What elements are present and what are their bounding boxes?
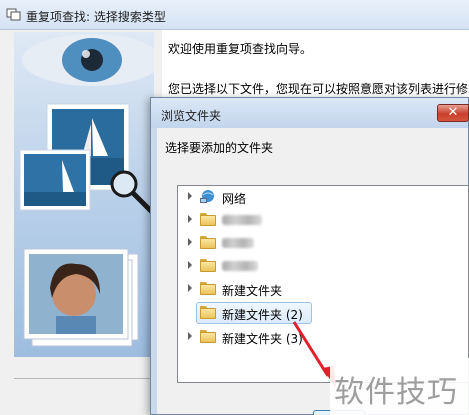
network-icon [200,190,214,203]
tree-item-network[interactable]: 网络 [178,186,468,208]
tree-item-label: 网络 [222,192,247,206]
wizard-titlebar: 重复项查找: 选择搜索类型 [0,0,469,30]
dialog-title: 浏览文件夹 [161,109,222,123]
close-icon: ✕ [447,105,459,120]
app-icon [6,8,21,21]
wizard-banner-illustration [14,32,154,357]
folder-icon [200,330,216,343]
chevron-right-icon[interactable] [188,332,192,340]
blurred-label [222,215,262,225]
separator [14,378,154,379]
intro-text: 您已选择以下文件，您现在可以按照意愿对该列表进行修改 [168,82,469,96]
tree-item-folder[interactable] [178,232,468,254]
tree-item-new-folder[interactable]: 新建文件夹 [178,278,468,300]
folder-icon [200,259,216,272]
welcome-text: 欢迎使用重复项查找向导。 [168,42,313,56]
chevron-right-icon[interactable] [188,238,192,246]
wizard-title: 重复项查找: 选择搜索类型 [26,10,166,24]
dialog-instruction: 选择要添加的文件夹 [165,141,274,155]
tree-item-folder[interactable] [178,255,468,277]
folder-icon [200,213,216,226]
chevron-right-icon[interactable] [188,215,192,223]
banner-image [19,34,154,347]
chevron-right-icon[interactable] [188,261,192,269]
close-button[interactable]: ✕ [437,104,469,122]
tree-item-label: 新建文件夹 [222,284,283,298]
chevron-right-icon[interactable] [188,192,192,200]
folder-icon [200,306,216,319]
blurred-label [222,261,258,271]
watermark-text: 软件技巧 [334,375,458,410]
watermark: 软件技巧 [330,358,469,415]
tree-item-folder[interactable] [178,209,468,231]
folder-icon [200,236,216,249]
dialog-titlebar[interactable]: 浏览文件夹 ✕ [151,98,469,128]
blurred-label [222,238,254,248]
folder-icon [200,282,216,295]
chevron-right-icon[interactable] [188,284,192,292]
